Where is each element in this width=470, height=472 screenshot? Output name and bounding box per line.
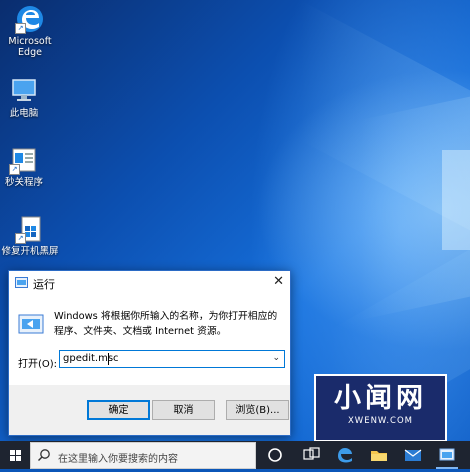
watermark-title: 小闻网 [334, 383, 427, 414]
watermark-subtitle: XWENW.COM [347, 416, 414, 426]
close-icon[interactable]: ✕ [273, 274, 284, 289]
dialog-body: Windows 将根据你所输入的名称，为你打开相应的程序、文件夹、文档或 Int… [9, 295, 290, 385]
taskbar: 在这里输入你要搜索的内容 [0, 441, 470, 469]
desktop-icon-label: 修复开机黑屏 [1, 246, 59, 257]
search-placeholder: 在这里输入你要搜索的内容 [58, 454, 178, 465]
edge-icon: ↗ [15, 4, 45, 34]
desktop-icon-label: 秒关程序 [4, 177, 43, 188]
desktop-icon-label: 此电脑 [9, 108, 39, 119]
mail-icon[interactable] [398, 441, 428, 469]
windows-logo-icon [10, 450, 21, 461]
desktop-icon-label: Microsoft Edge [8, 36, 52, 58]
desktop-icon-this-pc[interactable]: 此电脑 [0, 76, 54, 119]
desktop-icon-app[interactable]: ↗ 秒关程序 [0, 145, 54, 188]
search-icon [37, 448, 51, 462]
file-explorer-icon[interactable] [364, 441, 394, 469]
desktop-icon-edge[interactable]: ↗ Microsoft Edge [0, 4, 60, 58]
chevron-down-icon[interactable]: ⌄ [272, 353, 280, 363]
dialog-title-bar[interactable]: 运行 ✕ [9, 271, 290, 295]
desktop-icon-repair[interactable]: ↗ 修复开机黑屏 [0, 214, 60, 257]
open-label: 打开(O): [18, 359, 58, 370]
shortcut-arrow-icon: ↗ [15, 23, 26, 34]
dialog-title: 运行 [33, 278, 55, 291]
run-program-icon [18, 311, 44, 337]
taskbar-search-box[interactable]: 在这里输入你要搜索的内容 [30, 442, 256, 469]
task-view-icon[interactable] [296, 441, 326, 469]
light-beam [442, 150, 470, 250]
open-command-input[interactable]: gpedit.msc ⌄ [59, 350, 285, 368]
text-caret [108, 353, 109, 365]
cortana-icon[interactable] [260, 441, 290, 469]
start-button[interactable] [0, 441, 30, 469]
repair-icon: ↗ [15, 214, 45, 244]
browse-button[interactable]: 浏览(B)... [226, 400, 289, 420]
shortcut-arrow-icon: ↗ [9, 164, 20, 175]
shortcut-arrow-icon: ↗ [15, 233, 26, 244]
site-watermark: 小闻网 XWENW.COM [314, 374, 447, 442]
run-icon [15, 277, 28, 288]
app-window-icon: ↗ [9, 145, 39, 175]
edge-taskbar-icon[interactable] [330, 441, 360, 469]
this-pc-icon [9, 76, 39, 106]
run-dialog: 运行 ✕ Windows 将根据你所输入的名称，为你打开相应的程序、文件夹、文档… [8, 270, 291, 436]
cancel-button[interactable]: 取消 [152, 400, 215, 420]
open-input-value: gpedit.msc [63, 353, 119, 364]
run-app-icon[interactable] [432, 441, 462, 469]
ok-button[interactable]: 确定 [87, 400, 150, 420]
dialog-footer: 确定 取消 浏览(B)... [9, 385, 290, 435]
dialog-description: Windows 将根据你所输入的名称，为你打开相应的程序、文件夹、文档或 Int… [54, 311, 278, 337]
